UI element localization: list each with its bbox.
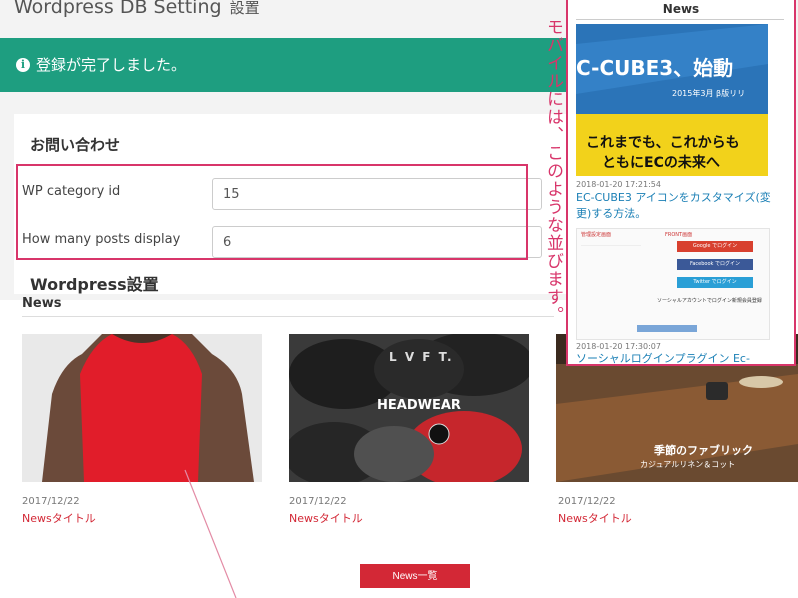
mobile-annotation: モバイルには、このような並びます。 xyxy=(543,18,563,324)
banner-line-3: これまでも、これからも xyxy=(586,135,740,151)
news-list-button[interactable]: News一覧 xyxy=(360,564,470,588)
mobile-divider xyxy=(576,19,784,20)
mobile-post-title-1[interactable]: EC-CUBE3 アイコンをカスタマイズ(変更)する方法。 xyxy=(576,190,780,222)
mobile-post-date-2: 2018-01-20 17:30:07 xyxy=(576,342,661,351)
banner-line-2: 2015年3月 β版リリ xyxy=(672,89,746,98)
page-title-sub: 設置 xyxy=(229,0,260,17)
shot-form-lines xyxy=(581,245,641,306)
news-heading: News xyxy=(22,296,62,311)
shot-front: FRONT画面 xyxy=(665,232,693,238)
shot-save-button xyxy=(637,325,697,332)
shot-caption: ソーシャルアカウントでログイン新規会員登録 xyxy=(657,298,762,304)
page-title-text: Wordpress DB Setting xyxy=(14,0,222,18)
news-title-3[interactable]: Newsタイトル xyxy=(558,510,632,526)
google-login-button[interactable]: Google でログイン xyxy=(677,241,753,252)
banner-line-1: C-CUBE3、始動 xyxy=(576,56,734,80)
fabric-sub: カジュアルリネン＆コット xyxy=(640,460,736,469)
news-title-1[interactable]: Newsタイトル xyxy=(22,510,96,526)
mobile-preview: News C-CUBE3、始動 2015年3月 β版リリ これまでも、これからも… xyxy=(566,0,796,366)
wordpress-heading: Wordpress設置 xyxy=(30,275,159,294)
news-divider xyxy=(22,316,554,317)
form-heading: お問い合わせ xyxy=(30,136,121,154)
headwear-cap-logo: L V F T. xyxy=(389,350,454,364)
news-date-3: 2017/12/22 xyxy=(558,496,616,507)
fabric-caption: 季節のファブリック xyxy=(654,444,753,457)
news-thumbnail-2[interactable]: HEADWEAR L V F T. xyxy=(289,334,529,482)
social-login-screenshot[interactable]: 管理設定画面 FRONT画面 Google でログイン Facebook でログ… xyxy=(576,228,770,340)
news-title-2[interactable]: Newsタイトル xyxy=(289,510,363,526)
twitter-login-button[interactable]: Twitter でログイン xyxy=(677,277,753,288)
news-date-1: 2017/12/22 xyxy=(22,496,80,507)
mobile-post-title-2[interactable]: ソーシャルログインプラグイン Ec- xyxy=(576,351,780,364)
news-date-2: 2017/12/22 xyxy=(289,496,347,507)
shot-head: 管理設定画面 xyxy=(581,232,612,238)
mobile-post-date-1: 2018-01-20 17:21:54 xyxy=(576,180,661,189)
facebook-login-button[interactable]: Facebook でログイン xyxy=(677,259,753,270)
success-message: 登録が完了しました。 xyxy=(36,56,187,74)
ec-cube-banner[interactable]: C-CUBE3、始動 2015年3月 β版リリ これまでも、これからも ともにE… xyxy=(576,24,768,176)
banner-line-4: ともにECの未来へ xyxy=(602,155,720,171)
page-title: Wordpress DB Setting 設置 xyxy=(14,0,260,18)
info-icon: i xyxy=(16,58,30,72)
headwear-text: HEADWEAR xyxy=(377,398,461,413)
mobile-news-heading: News xyxy=(662,2,700,16)
highlight-box xyxy=(16,164,528,260)
success-alert: i 登録が完了しました。 xyxy=(0,38,568,92)
news-thumbnail-1[interactable] xyxy=(22,334,262,482)
